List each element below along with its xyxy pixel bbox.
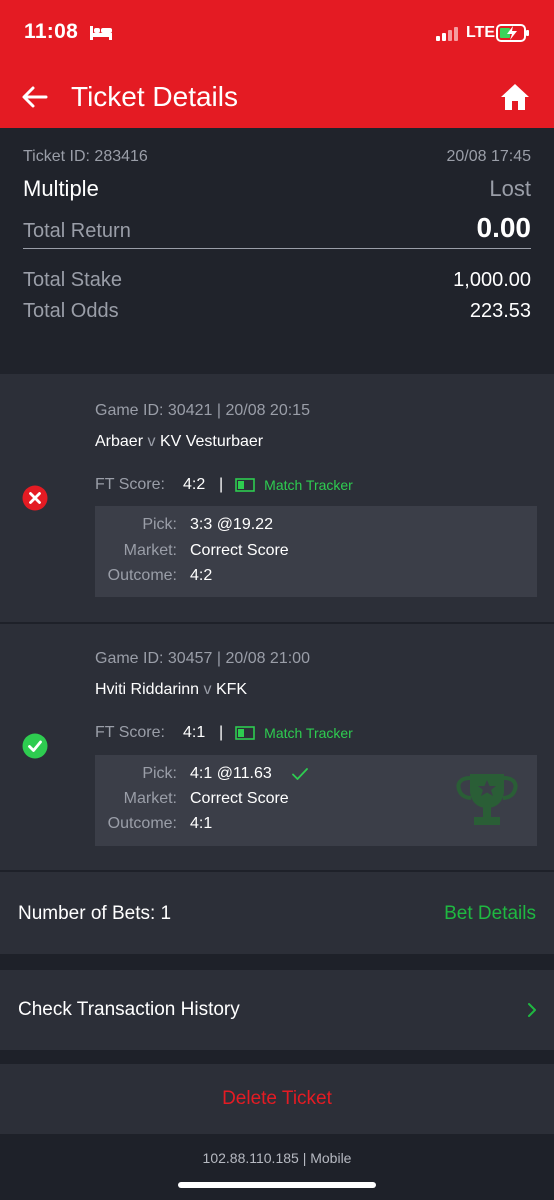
market-label: Market: (123, 790, 177, 807)
total-odds-value: 223.53 (469, 300, 531, 322)
nav-bar: Ticket Details (0, 66, 554, 128)
ft-score-value: 4:1 (183, 724, 206, 741)
total-odds-label: Total Odds (23, 300, 119, 322)
game-meta: Game ID: 30457 | 20/08 21:00 (95, 650, 310, 667)
won-check-icon (22, 733, 48, 759)
transaction-history-row[interactable]: Check Transaction History (0, 970, 554, 1050)
total-return-value: 0.00 (476, 212, 532, 243)
outcome-value: 4:2 (190, 567, 213, 584)
home-team: Arbaer (95, 433, 144, 450)
match-tracker-label: Match Tracker (264, 477, 353, 493)
away-team: KV Vesturbaer (159, 433, 264, 450)
ticket-result: Lost (489, 176, 531, 201)
match-tracker-icon (235, 726, 255, 740)
ticket-date: 20/08 17:45 (446, 148, 531, 165)
game-teams: Arbaer v KV Vesturbaer (95, 433, 263, 451)
home-indicator[interactable] (178, 1182, 376, 1188)
pick-value: 4:1 @11.63 (190, 765, 272, 782)
pick-label: Pick: (142, 765, 177, 782)
market-label: Market: (123, 542, 177, 559)
page-title: Ticket Details (71, 81, 239, 112)
market-value: Correct Score (190, 542, 289, 559)
pick-value: 3:3 @19.22 (190, 516, 273, 533)
home-team: Hviti Riddarinn (95, 681, 200, 698)
check-mark-icon (292, 768, 308, 780)
bets-row: Number of Bets: 1 Bet Details (0, 872, 554, 954)
ft-score-label: FT Score: (95, 724, 165, 741)
chevron-right-icon (528, 1003, 536, 1017)
pick-label: Pick: (142, 516, 177, 533)
summary-divider (23, 248, 531, 249)
ft-score-label: FT Score: (95, 476, 165, 493)
home-icon[interactable] (500, 83, 530, 111)
game-card: Game ID: 30457 | 20/08 21:00 Hviti Ridda… (0, 624, 554, 870)
footer-info: 102.88.110.185 | Mobile (202, 1150, 352, 1166)
delete-ticket-label: Delete Ticket (222, 1088, 332, 1109)
signal-icon (436, 27, 458, 41)
versus: v (203, 681, 212, 698)
network-type: LTE (466, 24, 496, 41)
separator: | (219, 476, 224, 493)
back-arrow-icon[interactable] (20, 82, 50, 112)
match-tracker-link[interactable]: Match Tracker (235, 477, 353, 493)
top-bar: 11:08 LTE Ticket Details (0, 0, 554, 128)
game-card: Game ID: 30421 | 20/08 20:15 Arbaer v KV… (0, 374, 554, 622)
outcome-value: 4:1 (190, 815, 213, 832)
delete-ticket-button[interactable]: Delete Ticket (0, 1064, 554, 1134)
battery-icon (496, 24, 529, 42)
trophy-icon (456, 774, 518, 825)
game-teams: Hviti Riddarinn v KFK (95, 681, 247, 699)
market-value: Correct Score (190, 790, 289, 807)
match-tracker-label: Match Tracker (264, 725, 353, 741)
transaction-history-label: Check Transaction History (18, 999, 240, 1020)
outcome-label: Outcome: (107, 815, 177, 832)
total-return-label: Total Return (23, 220, 131, 242)
number-of-bets: Number of Bets: 1 (18, 903, 172, 924)
clock: 11:08 (24, 20, 79, 43)
separator: | (219, 724, 224, 741)
match-tracker-link[interactable]: Match Tracker (235, 725, 353, 741)
bet-details-link[interactable]: Bet Details (444, 903, 536, 925)
ticket-summary: Ticket ID: 283416 20/08 17:45 Multiple L… (0, 128, 554, 374)
total-stake-label: Total Stake (23, 269, 122, 291)
ticket-type: Multiple (23, 176, 99, 201)
sleep-bed-icon (90, 26, 112, 40)
away-team: KFK (215, 681, 248, 698)
ft-score-row: FT Score: 4:2 | Match Tracker (95, 476, 353, 494)
versus: v (147, 433, 156, 450)
game-meta: Game ID: 30421 | 20/08 20:15 (95, 402, 310, 419)
ticket-id: Ticket ID: 283416 (23, 148, 148, 165)
total-stake-value: 1,000.00 (453, 269, 531, 291)
outcome-label: Outcome: (107, 567, 177, 584)
status-bar: 11:08 LTE (0, 0, 554, 66)
ft-score-value: 4:2 (183, 476, 206, 493)
pick-details: Pick: 3:3 @19.22 Market: Correct Score O… (95, 506, 537, 597)
match-tracker-icon (235, 478, 255, 492)
lost-x-icon (22, 485, 48, 511)
ft-score-row: FT Score: 4:1 | Match Tracker (95, 724, 353, 742)
